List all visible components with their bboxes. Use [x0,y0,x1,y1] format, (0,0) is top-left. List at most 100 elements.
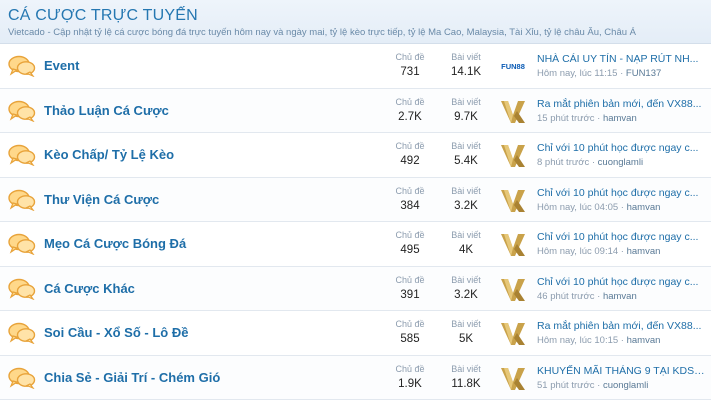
speech-bubbles-icon [8,189,36,211]
vx88-avatar[interactable] [499,186,527,214]
latest-post-title[interactable]: Chỉ với 10 phút học được ngay c... [537,275,707,289]
posts-count: 5.4K [454,155,478,167]
latest-post-time: 46 phút trước [537,290,595,302]
latest-post-time: Hôm nay, lúc 11:15 [537,68,618,79]
latest-post-title[interactable]: Ra mắt phiên bản mới, đến VX88... [537,319,707,333]
vx88-avatar[interactable] [499,275,527,303]
latest-post: Chỉ với 10 phút học được ngay c... 46 ph… [537,275,707,304]
forum-row[interactable]: Chia Sẻ - Giải Trí - Chém Gió Chủ đề 1.9… [0,355,711,400]
forum-title-link[interactable]: Mẹo Cá Cược Bóng Đá [44,236,186,251]
latest-post-user[interactable]: hamvan [627,246,661,257]
posts-count: 5K [458,333,474,345]
posts-label: Bài viết [451,363,481,374]
latest-post-time: 15 phút trước [537,112,595,124]
topics-stat: Chủ đề 1.9K [385,363,435,392]
latest-post-title[interactable]: NHÀ CÁI UY TÍN - NẠP RÚT NH... [537,52,707,66]
latest-post-meta: 46 phút trước · hamvan [537,290,637,302]
posts-stat: Bài viết 14.1K [441,51,491,80]
topics-count: 492 [400,155,420,167]
fun88-logo-text: FUN88 [501,62,525,71]
posts-label: Bài viết [451,274,481,285]
posts-count: 4K [458,244,474,256]
latest-post-title[interactable]: KHUYẾN MÃI THÁNG 9 TẠI KDSL... [537,364,707,378]
latest-post-time: Hôm nay, lúc 04:05 [537,201,619,213]
speech-bubbles-icon [8,144,36,167]
latest-post: NHÀ CÁI UY TÍN - NẠP RÚT NH... Hôm nay, … [537,52,707,81]
latest-post-title[interactable]: Ra mắt phiên bản mới, đến VX88... [537,97,707,111]
posts-stat: Bài viết 5K [441,318,491,347]
latest-post-user[interactable]: cuonglamli [598,157,643,168]
forum-title-link[interactable]: Chia Sẻ - Giải Trí - Chém Gió [44,370,220,385]
category-header: CÁ CƯỢC TRỰC TUYẾN Vietcado - Cập nhật t… [0,0,711,44]
vx88-avatar[interactable] [499,141,527,169]
vx88-avatar[interactable] [499,364,527,392]
topics-label: Chủ đề [395,230,425,240]
vx88-avatar[interactable] [499,230,527,258]
speech-bubbles-icon [8,278,36,300]
topics-count: 1.9K [398,377,422,390]
forum-row[interactable]: Cá Cược Khác Chủ đề 391 Bài viết 3.2K Ch… [0,266,711,311]
forum-row[interactable]: Thư Viện Cá Cược Chủ đề 384 Bài viết 3.2… [0,177,711,222]
latest-post-time: Hôm nay, lúc 10:15 [537,335,619,346]
forum-row[interactable]: Thảo Luận Cá Cược Chủ đề 2.7K Bài viết 9… [0,88,711,133]
latest-post-user[interactable]: hamvan [603,113,637,124]
forum-row[interactable]: Mẹo Cá Cược Bóng Đá Chủ đề 495 Bài viết … [0,222,711,267]
topics-count: 391 [400,288,420,301]
topics-label: Chủ đề [395,52,425,62]
forum-row[interactable]: Event Chủ đề 731 Bài viết 14.1K FUN88 NH… [0,44,711,89]
latest-post-user[interactable]: cuonglamli [603,380,648,391]
category-title[interactable]: CÁ CƯỢC TRỰC TUYẾN [8,6,711,26]
latest-post-meta: 8 phút trước · cuonglamli [537,157,644,168]
forum-title-link[interactable]: Soi Cầu - Xổ Số - Lô Đề [44,325,188,340]
posts-label: Bài viết [451,52,481,62]
posts-label: Bài viết [451,185,481,196]
latest-post-title[interactable]: Chỉ với 10 phút học được ngay c... [537,230,707,244]
topics-count: 2.7K [398,110,422,123]
topics-stat: Chủ đề 495 [385,229,435,258]
topics-label: Chủ đề [395,363,425,374]
latest-post: Chỉ với 10 phút học được ngay c... Hôm n… [537,186,707,215]
topics-stat: Chủ đề 384 [385,185,435,214]
forum-title-link[interactable]: Kèo Chấp/ Tỷ Lệ Kèo [44,147,174,162]
posts-count: 9.7K [454,110,478,123]
latest-post-user[interactable]: hamvan [627,202,661,213]
topics-stat: Chủ đề 2.7K [385,96,435,125]
latest-post-user[interactable]: hamvan [627,335,661,346]
latest-post-title[interactable]: Chỉ với 10 phút học được ngay c... [537,186,707,200]
posts-count: 3.2K [454,288,478,301]
forum-title-link[interactable]: Event [44,58,79,73]
latest-post-meta: 15 phút trước · hamvan [537,112,637,124]
topics-label: Chủ đề [395,185,425,196]
latest-post-user[interactable]: FUN137 [626,68,661,79]
latest-post-title[interactable]: Chỉ với 10 phút học được ngay c... [537,141,707,155]
speech-bubbles-icon [8,233,36,256]
latest-post-meta: Hôm nay, lúc 04:05 · hamvan [537,201,661,213]
vx88-avatar[interactable] [499,319,527,347]
latest-post-time: Hôm nay, lúc 09:14 [537,246,619,257]
latest-post: Ra mắt phiên bản mới, đến VX88... 15 phú… [537,97,707,126]
topics-count: 495 [400,244,420,256]
topics-label: Chủ đề [395,319,425,329]
topics-count: 731 [400,66,420,78]
forum-category-block: CÁ CƯỢC TRỰC TUYẾN Vietcado - Cập nhật t… [0,0,711,400]
vx88-avatar[interactable] [499,97,527,125]
fun88-avatar[interactable]: FUN88 [499,52,527,80]
category-description: Vietcado - Cập nhật tỷ lệ cá cược bóng đ… [8,27,636,38]
posts-stat: Bài viết 4K [441,229,491,258]
posts-stat: Bài viết 3.2K [441,274,491,303]
posts-label: Bài viết [451,230,481,240]
speech-bubbles-icon [8,100,36,122]
forum-title-link[interactable]: Cá Cược Khác [44,281,135,296]
posts-stat: Bài viết 3.2K [441,185,491,214]
latest-post: KHUYẾN MÃI THÁNG 9 TẠI KDSL... 51 phút t… [537,364,707,393]
latest-post-user[interactable]: hamvan [603,291,637,302]
latest-post-meta: Hôm nay, lúc 09:14 · hamvan [537,246,661,257]
latest-post-time: 8 phút trước [537,157,590,168]
forum-title-link[interactable]: Thảo Luận Cá Cược [44,103,169,118]
posts-stat: Bài viết 5.4K [441,140,491,169]
forum-row[interactable]: Kèo Chấp/ Tỷ Lệ Kèo Chủ đề 492 Bài viết … [0,133,711,178]
posts-stat: Bài viết 9.7K [441,96,491,125]
forum-title-link[interactable]: Thư Viện Cá Cược [44,192,159,207]
forum-row[interactable]: Soi Cầu - Xổ Số - Lô Đề Chủ đề 585 Bài v… [0,311,711,356]
forum-list: Event Chủ đề 731 Bài viết 14.1K FUN88 NH… [0,44,711,400]
